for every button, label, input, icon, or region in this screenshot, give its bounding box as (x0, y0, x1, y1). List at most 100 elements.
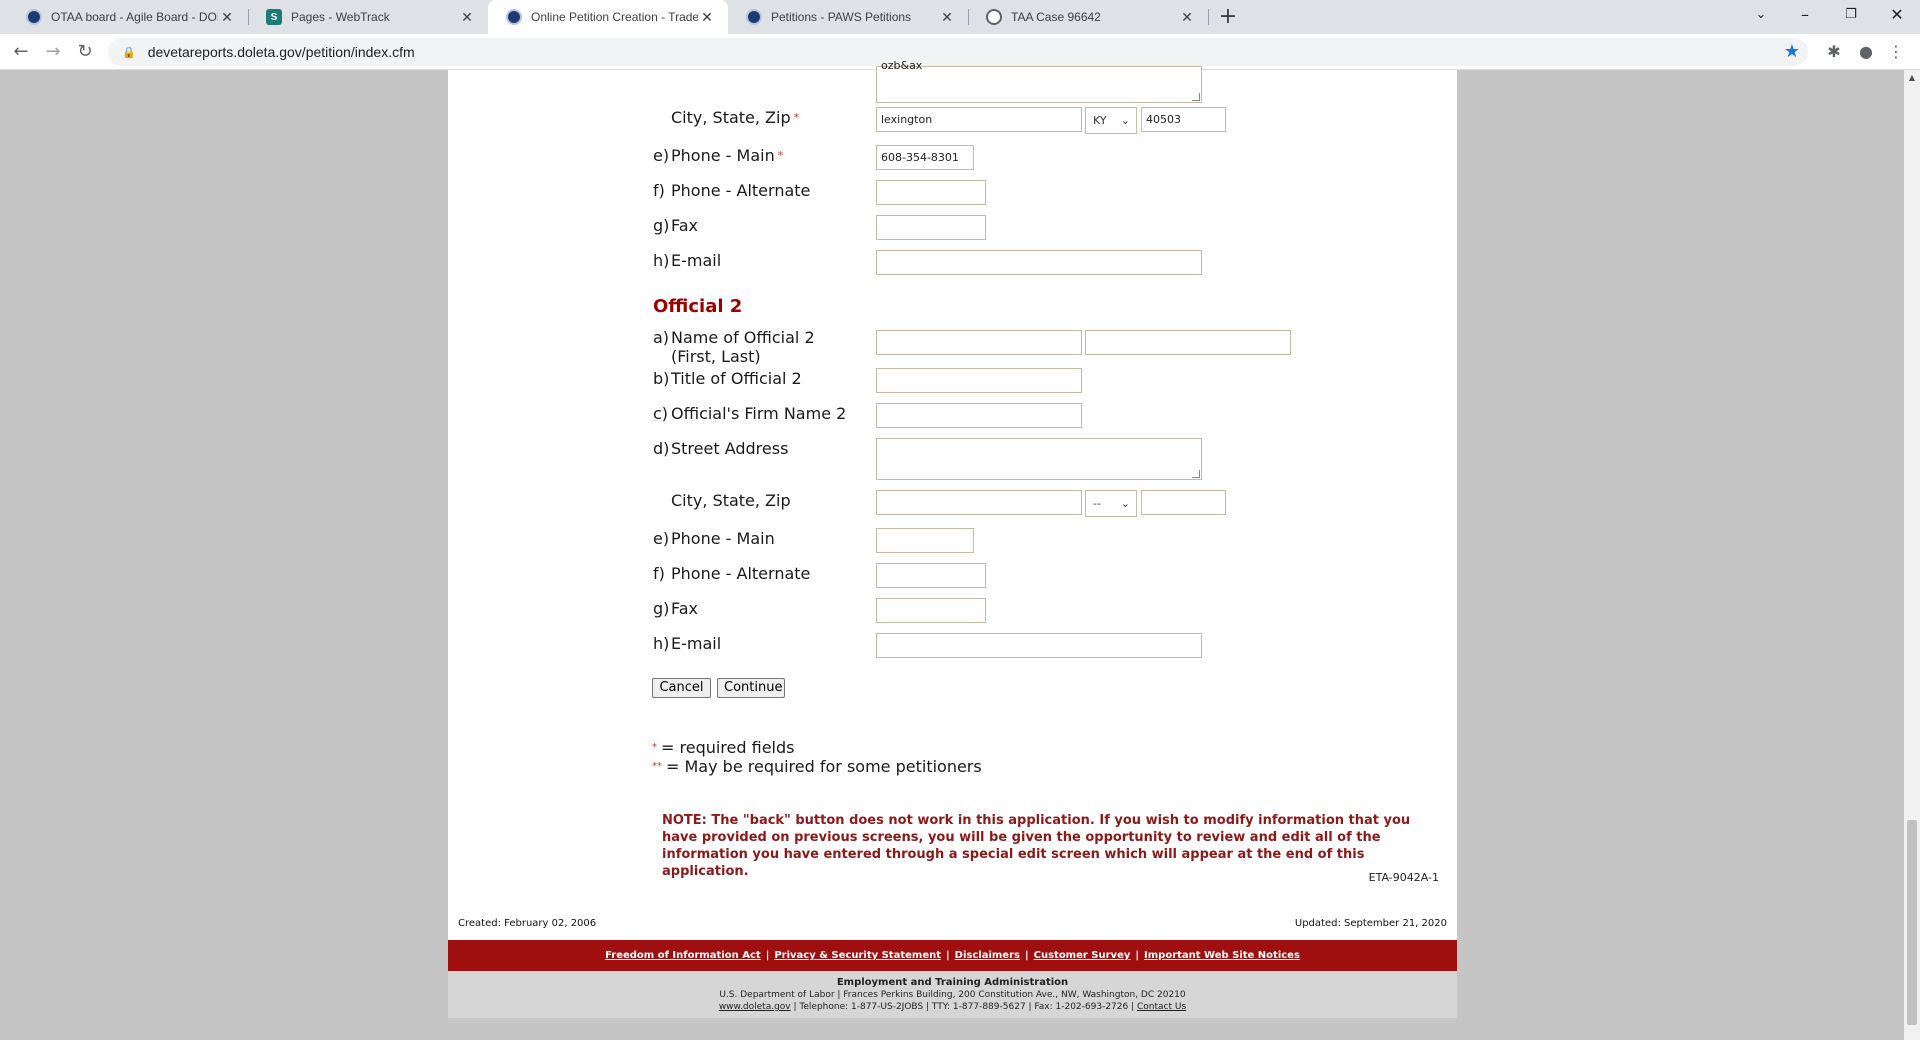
item-letter: g) (653, 216, 670, 235)
globe-icon (986, 9, 1002, 25)
selected-value: KY (1093, 114, 1107, 127)
important-notices-link[interactable]: Important Web Site Notices (1144, 950, 1300, 961)
extensions-icon[interactable]: ✱ (1822, 40, 1846, 64)
official2-street-label: d)Street Address (653, 439, 788, 458)
menu-kebab-icon[interactable]: ⋮ (1884, 40, 1908, 64)
contact-us-link[interactable]: Contact Us (1137, 1002, 1186, 1012)
label-text: Title of Official 2 (671, 369, 802, 388)
privacy-security-link[interactable]: Privacy & Security Statement (774, 950, 941, 961)
official2-fax-label: g)Fax (653, 599, 698, 618)
item-letter: g) (653, 599, 670, 618)
tab-paws-petitions[interactable]: Petitions - PAWS Petitions ✕ (728, 0, 968, 34)
required-asterisk: * (652, 742, 657, 753)
official1-email-input[interactable] (876, 250, 1202, 275)
official1-zip-input[interactable]: 40503 (1141, 107, 1226, 132)
item-letter: d) (653, 439, 670, 458)
label-text: Phone - Main (671, 529, 775, 548)
profile-avatar-icon[interactable]: ● (1854, 40, 1878, 64)
restore-button[interactable]: ❐ (1828, 0, 1874, 34)
official1-street-address-textarea[interactable]: ozb&ax (876, 59, 1202, 103)
minimize-button[interactable]: – (1782, 0, 1828, 34)
official2-phone-main-input[interactable] (876, 528, 974, 553)
official2-zip-input[interactable] (1141, 490, 1226, 515)
official1-phone-main-label: e) Phone - Main * (653, 146, 783, 165)
tab-title: Pages - WebTrack (291, 10, 390, 24)
doleta-site-link[interactable]: www.doleta.gov (719, 1002, 791, 1012)
link-separator: | (1135, 950, 1140, 961)
footer-contact-line: www.doleta.gov | Telephone: 1-877-US-2JO… (448, 1001, 1457, 1013)
browser-toolbar: ← → ↻ 🔒 devetareports.doleta.gov/petitio… (0, 34, 1920, 70)
back-icon[interactable]: ← (8, 39, 34, 65)
close-tab-icon[interactable]: ✕ (218, 9, 236, 26)
official2-email-input[interactable] (876, 633, 1202, 658)
close-tab-icon[interactable]: ✕ (1178, 9, 1196, 26)
official1-fax-label: g)Fax (653, 216, 698, 235)
official2-firm-input[interactable] (876, 403, 1082, 428)
label-text: E-mail (671, 634, 722, 653)
close-tab-icon[interactable]: ✕ (698, 9, 716, 26)
sharepoint-icon: S (266, 9, 282, 25)
link-separator: | (765, 950, 770, 961)
official2-first-name-input[interactable] (876, 330, 1082, 355)
label-text: Fax (671, 599, 699, 618)
legend-text: = required fields (661, 738, 795, 757)
tab-online-petition[interactable]: Online Petition Creation - Trade Adj ✕ (488, 0, 728, 34)
close-tab-icon[interactable]: ✕ (938, 9, 956, 26)
resize-grip-icon[interactable] (1192, 470, 1200, 478)
official2-street-address-textarea[interactable] (876, 438, 1202, 480)
chevron-down-icon: ⌄ (1120, 497, 1130, 510)
official2-last-name-input[interactable] (1085, 330, 1291, 355)
tab-otaa-board[interactable]: OTAA board - Agile Board - DOL ✕ (8, 0, 248, 34)
bookmark-star-icon[interactable]: ★ (1784, 41, 1800, 62)
label-text: Phone - Main (671, 146, 775, 165)
tab-webtrack[interactable]: S Pages - WebTrack ✕ (248, 0, 488, 34)
official2-phone-alt-input[interactable] (876, 563, 986, 588)
footer-phone-numbers: | Telephone: 1-877-US-2JOBS | TTY: 1-877… (793, 1002, 1135, 1012)
address-bar[interactable]: 🔒 devetareports.doleta.gov/petition/inde… (108, 38, 1808, 66)
legend-text: = May be required for some petitioners (666, 757, 982, 776)
close-tab-icon[interactable]: ✕ (458, 9, 476, 26)
label-text: E-mail (671, 251, 722, 270)
link-separator: | (1024, 950, 1029, 961)
new-tab-button[interactable]: + (1215, 4, 1241, 30)
official1-city-label: City, State, Zip * (671, 108, 799, 127)
item-letter: h) (653, 634, 670, 653)
reload-icon[interactable]: ↻ (72, 39, 98, 65)
continue-button[interactable]: Continue (717, 678, 785, 698)
item-letter: f) (653, 181, 665, 200)
item-letter: c) (653, 404, 669, 423)
tab-taa-case[interactable]: TAA Case 96642 ✕ (968, 0, 1208, 34)
field-value: lexington (881, 113, 933, 126)
foia-link[interactable]: Freedom of Information Act (605, 950, 761, 961)
official1-fax-input[interactable] (876, 215, 986, 240)
tab-title: Online Petition Creation - Trade Adj (531, 10, 698, 24)
tab-title: OTAA board - Agile Board - DOL (51, 10, 218, 24)
official2-title-input[interactable] (876, 368, 1082, 393)
official1-phone-main-input[interactable]: 608-354-8301 (876, 145, 974, 170)
disclaimers-link[interactable]: Disclaimers (955, 950, 1020, 961)
official1-city-input[interactable]: lexington (876, 107, 1082, 132)
tab-search-icon[interactable]: ⌄ (1738, 0, 1784, 34)
footer-links-bar: Freedom of Information Act | Privacy & Se… (448, 940, 1457, 971)
official2-city-input[interactable] (876, 490, 1082, 515)
scrollbar-thumb[interactable] (1907, 820, 1917, 1025)
petition-form-page: ozb&ax City, State, Zip * lexington KY ⌄ 4… (448, 59, 1457, 1018)
item-letter: e) (653, 146, 670, 165)
official1-state-select[interactable]: KY ⌄ (1085, 107, 1137, 134)
close-window-button[interactable]: ✕ (1874, 0, 1920, 34)
official2-state-select[interactable]: -- ⌄ (1085, 490, 1137, 517)
dol-seal-icon (26, 9, 42, 25)
official2-city-label: City, State, Zip (671, 491, 791, 510)
forward-icon[interactable]: → (40, 39, 66, 65)
customer-survey-link[interactable]: Customer Survey (1034, 950, 1131, 961)
maybe-required-legend: ** = May be required for some petitioners (652, 757, 982, 776)
item-letter: b) (653, 369, 670, 388)
footer-address-block: Employment and Training Administration U… (448, 971, 1457, 1018)
page-scrollbar[interactable]: ▲ (1904, 70, 1920, 1040)
label-text: City, State, Zip (671, 108, 791, 127)
official1-phone-alt-input[interactable] (876, 180, 986, 205)
cancel-button[interactable]: Cancel (652, 678, 711, 698)
resize-grip-icon[interactable] (1192, 93, 1200, 101)
scroll-up-arrow-icon[interactable]: ▲ (1904, 70, 1920, 86)
official2-fax-input[interactable] (876, 598, 986, 623)
